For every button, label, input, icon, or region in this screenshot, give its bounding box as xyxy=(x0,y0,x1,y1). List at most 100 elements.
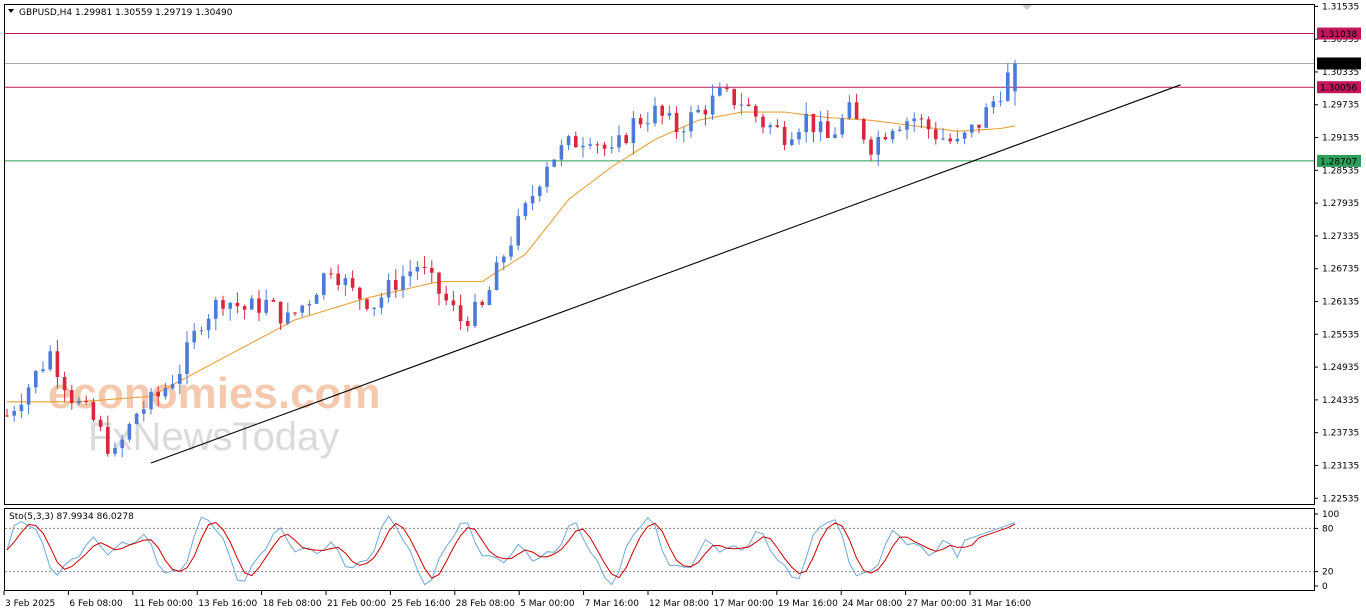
candle-body xyxy=(84,400,88,403)
candle-body xyxy=(444,293,448,301)
candle-body xyxy=(710,95,715,115)
candle-body xyxy=(26,387,31,405)
candle-body xyxy=(156,391,160,397)
candle-body xyxy=(977,124,981,128)
candle-body xyxy=(876,136,880,155)
candle-body xyxy=(746,104,751,106)
candle-body xyxy=(70,390,74,404)
candle-body xyxy=(214,300,218,319)
candle-body xyxy=(617,135,621,148)
candle-body xyxy=(401,276,405,290)
candle-body xyxy=(127,423,132,440)
time-tick-label: 17 Mar 00:00 xyxy=(713,599,773,609)
candle-body xyxy=(854,102,859,120)
candle-body xyxy=(336,273,340,286)
time-tick-label: 19 Mar 16:00 xyxy=(778,599,838,609)
candle-body xyxy=(955,138,960,142)
watermark-economies: economies.com xyxy=(48,369,381,418)
watermark-fxnewstoday: FxNewsToday xyxy=(88,415,339,459)
candle-body xyxy=(674,112,679,133)
candle-body xyxy=(811,113,816,133)
candle-body xyxy=(530,195,535,204)
time-tick-label: 27 Mar 00:00 xyxy=(907,599,967,609)
time-tick-label: 11 Feb 00:00 xyxy=(134,599,193,609)
candle-body xyxy=(948,138,952,142)
time-tick-label: 7 Mar 16:00 xyxy=(585,599,640,609)
candle-body xyxy=(991,101,996,108)
candle-body xyxy=(718,87,722,96)
candle-body xyxy=(890,130,895,140)
candle-body xyxy=(271,299,276,302)
stoch-tick-label: 80 xyxy=(1322,524,1334,534)
candle-body xyxy=(516,216,520,246)
candle-body xyxy=(502,256,506,263)
candle-body xyxy=(545,166,549,187)
candle-body xyxy=(487,290,492,306)
candle-body xyxy=(934,129,938,140)
candle-body xyxy=(754,105,758,117)
candle-body xyxy=(869,139,873,155)
candle-body xyxy=(5,415,9,417)
price-tag-label-resistance-2: 1.31038 xyxy=(1320,30,1357,40)
candle-body xyxy=(703,109,708,115)
candle-body xyxy=(624,135,628,144)
candle-body xyxy=(422,267,427,269)
time-tick-label: 25 Feb 16:00 xyxy=(391,599,450,609)
time-tick-label: 31 Mar 16:00 xyxy=(971,599,1031,609)
candle-body xyxy=(689,112,693,132)
candle-body xyxy=(394,279,398,290)
candle-body xyxy=(862,119,866,140)
candle-body xyxy=(149,391,153,410)
candle-body xyxy=(163,388,168,397)
stoch-tick-label: 0 xyxy=(1322,582,1328,592)
price-tick-label: 1.23735 xyxy=(1322,429,1359,439)
candle-body xyxy=(646,123,650,125)
symbol-header: GBPUSD,H4 1.29981 1.30559 1.29719 1.3049… xyxy=(19,8,233,18)
candle-body xyxy=(574,136,578,148)
candle-body xyxy=(883,136,888,140)
stoch-tick-label: 100 xyxy=(1322,510,1339,520)
price-tick-label: 1.27335 xyxy=(1322,232,1359,242)
candle-body xyxy=(638,118,643,125)
time-tick-label: 13 Feb 16:00 xyxy=(198,599,257,609)
candle-body xyxy=(595,144,600,146)
candle-body xyxy=(185,342,189,375)
candle-body xyxy=(77,400,81,404)
candle-body xyxy=(415,267,420,272)
candle-body xyxy=(91,402,96,420)
candle-body xyxy=(106,426,110,454)
time-tick-label: 3 Feb 2025 xyxy=(5,599,55,609)
candle-body xyxy=(1013,63,1017,92)
candle-body xyxy=(790,139,794,145)
candle-body xyxy=(430,267,434,273)
candle-body xyxy=(581,145,585,148)
candle-body xyxy=(329,273,333,275)
candle-body xyxy=(264,299,268,313)
candle-body xyxy=(293,312,297,314)
candle-body xyxy=(804,113,808,133)
candle-body xyxy=(199,330,204,332)
candle-body xyxy=(314,294,319,304)
candle-body xyxy=(998,100,1003,102)
candle-body xyxy=(437,272,441,294)
candle-body xyxy=(494,262,499,291)
candle-body xyxy=(739,104,744,106)
candle-body xyxy=(170,383,175,389)
candle-body xyxy=(761,116,765,128)
stochastic-pane[interactable] xyxy=(4,508,1315,591)
price-axis: 1.315351.309351.303351.297351.291351.285… xyxy=(1314,2,1359,504)
price-tick-label: 1.31535 xyxy=(1322,2,1359,12)
candle-body xyxy=(257,298,261,313)
price-tick-label: 1.29135 xyxy=(1322,134,1359,144)
candle-body xyxy=(509,245,513,257)
candle-body xyxy=(782,126,787,145)
price-tick-label: 1.27935 xyxy=(1322,199,1359,209)
candle-body xyxy=(343,278,348,286)
stoch-tick-label: 20 xyxy=(1322,568,1334,578)
stochastic-axis: 100 80 20 0 xyxy=(1314,510,1339,592)
candle-body xyxy=(307,303,312,306)
candle-body xyxy=(840,118,844,135)
price-tag-label-current-price: 1.30490 xyxy=(1320,60,1357,70)
candle-body xyxy=(660,105,664,116)
candle-body xyxy=(725,87,729,90)
